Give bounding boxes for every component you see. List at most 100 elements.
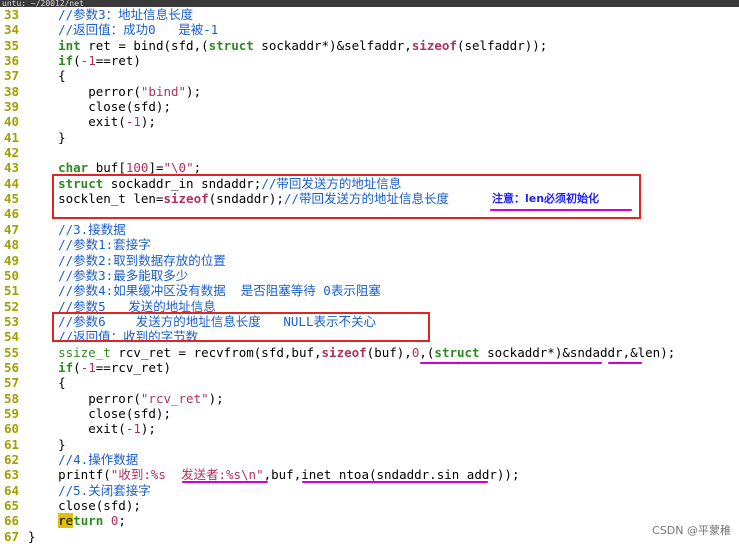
code-line[interactable]: 50 //参数3:最多能取多少 [0,268,739,283]
code-token: close(sfd); [28,99,171,115]
code-line[interactable]: 49 //参数2:取到数据存放的位置 [0,253,739,268]
underline-sender-format [182,481,268,483]
code-token: close(sfd); [28,498,141,513]
code-line[interactable]: 47 //3.接数据 [0,222,739,237]
code-token: //4.操作数据 [58,451,139,467]
code-line[interactable]: 33 //参数3：地址信息长度 [0,7,739,22]
line-number: 47 [4,221,20,237]
code-editor[interactable]: 33 //参数3：地址信息长度 34 //返回值：成功0 是被-1 35 int r… [0,7,739,544]
line-number: 39 [4,99,20,115]
code-token: //返回值：成功0 是被-1 [58,22,219,38]
code-token: -1 [125,421,141,437]
code-token: if [58,53,74,69]
line-number: 52 [4,298,20,314]
code-token: ); [208,390,224,406]
line-number: 48 [4,237,20,253]
line-number: 58 [4,390,20,406]
code-token: close(sfd); [28,405,171,421]
code-line[interactable]: 67} [0,529,739,544]
code-line[interactable]: 34 //返回值：成功0 是被-1 [0,22,739,37]
line-number: 49 [4,252,20,268]
line-number: 46 [4,206,20,222]
code-token: ); [140,421,156,437]
line-number: 40 [4,114,20,130]
code-token: "rcv_ret" [140,390,209,406]
line-number: 43 [4,160,20,176]
code-token: exit( [28,421,126,437]
line-number: 62 [4,451,20,467]
line-number: 50 [4,267,20,283]
code-token: struct [208,37,254,53]
line-number: 36 [4,53,20,69]
code-token: } [28,528,36,544]
code-line[interactable]: 57 { [0,375,739,390]
code-line[interactable]: 66 return 0; [0,513,739,529]
line-number: 64 [4,482,20,498]
line-number: 37 [4,68,20,84]
line-number: 38 [4,83,20,99]
code-token: sizeof [321,344,367,360]
code-token: -1 [125,114,141,130]
code-token: //参数4:如果缓冲区没有数据 是否阻塞等待 0表示阻塞 [58,283,381,299]
code-line[interactable]: 62 //4.操作数据 [0,452,739,467]
code-line[interactable]: 36 if(-1==ret) [0,53,739,68]
code-line[interactable]: 48 //参数1:套接字 [0,237,739,252]
code-line[interactable]: 59 close(sfd); [0,406,739,421]
line-number: 55 [4,344,20,360]
code-token: exit( [28,114,126,130]
code-line[interactable]: 42 [0,145,739,160]
line-number: 34 [4,22,20,38]
code-token: -1 [80,53,96,69]
code-line[interactable]: 61 } [0,437,739,452]
code-line[interactable]: 51 //参数4:如果缓冲区没有数据 是否阻塞等待 0表示阻塞 [0,283,739,298]
annotation-note: 注意：len必须初始化 [492,192,600,205]
code-token: ); [140,114,156,130]
code-line[interactable]: 55 ssize_t rcv_ret = recvfrom(sfd,buf,si… [0,345,739,360]
code-line[interactable]: 35 int ret = bind(sfd,(struct sockaddr*)… [0,38,739,53]
code-line[interactable]: 39 close(sfd); [0,99,739,114]
code-token: //参数3：地址信息长度 [58,7,194,22]
code-token: printf( [28,467,111,483]
code-line[interactable]: 37 { [0,68,739,83]
code-line[interactable]: 40 exit(-1); [0,114,739,129]
code-line[interactable]: 60 exit(-1); [0,421,739,436]
code-token: } [28,129,66,145]
underline-inet-ntoa [302,481,488,483]
code-line[interactable]: 58 perror("rcv_ret"); [0,391,739,406]
code-token: ==rcv_ret) [95,359,172,375]
code-token: ); [186,83,202,99]
code-token: re [58,513,74,529]
code-token: ret = bind(sfd,( [80,37,209,53]
code-token: "bind" [140,83,187,99]
window-title: untu: ~/20012/net [0,0,739,7]
code-line[interactable]: 64 //5.关闭套接字 [0,483,739,498]
code-token: sockaddr*)&sndaddr,&len); [479,344,676,360]
code-line[interactable]: 38 perror("bind"); [0,84,739,99]
line-number: 33 [4,7,20,22]
code-line[interactable]: 65 close(sfd); [0,498,739,513]
code-token: rcv_ret = recvfrom(sfd,buf, [110,344,322,360]
code-token: turn [73,513,104,529]
code-token: (selfaddr)); [456,37,548,53]
highlight-box-param6 [52,312,430,342]
line-number: 66 [4,513,20,529]
code-line[interactable]: 41 } [0,130,739,145]
watermark: CSDN @平蒙稚 [652,524,731,537]
line-number: 41 [4,129,20,145]
code-token: int [58,37,81,53]
code-token: -1 [80,359,96,375]
line-number: 45 [4,191,20,207]
code-token: ; [118,513,126,529]
line-number: 59 [4,405,20,421]
code-token: sockaddr*)&selfaddr, [253,37,412,53]
code-token: if [58,359,74,375]
code-token: //3.接数据 [58,221,126,237]
editor-window: untu: ~/20012/net 33 //参数3：地址信息长度 34 //返回… [0,0,739,544]
